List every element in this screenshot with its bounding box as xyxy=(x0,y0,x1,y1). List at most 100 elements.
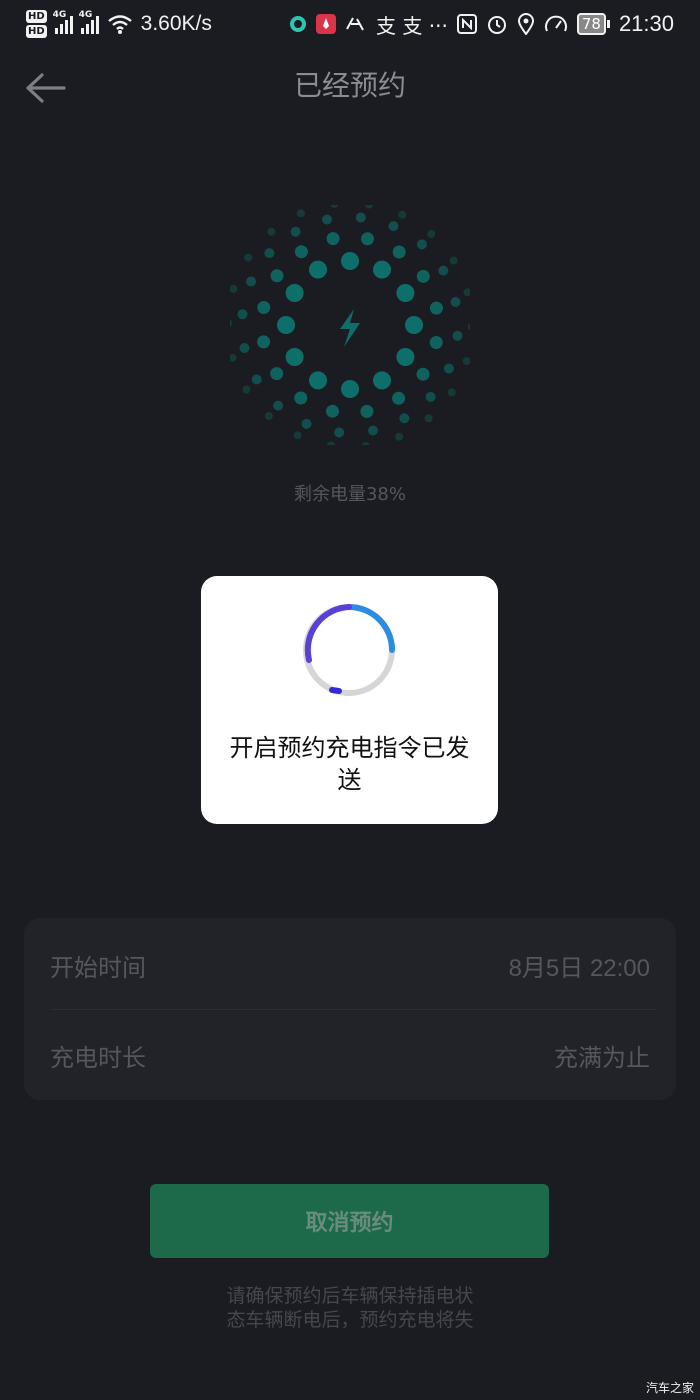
orb-dot xyxy=(429,336,443,349)
orb-dot xyxy=(416,269,430,283)
orb-dot xyxy=(277,316,295,334)
app-lotus-icon xyxy=(316,14,337,34)
alarm-icon xyxy=(487,16,506,34)
page-title: 已经预约 xyxy=(293,69,406,102)
wifi-icon xyxy=(107,15,132,34)
orb-dot xyxy=(373,371,391,390)
orb-dot xyxy=(237,309,248,320)
orb-dot xyxy=(416,239,427,250)
command-sent-toast: 开启预约充电指令已发送 xyxy=(201,576,498,824)
status-bar: HD HD 4G 4G 3.60K/s 支 支 ··· 78 21:30 xyxy=(0,0,700,48)
watermark: 汽车之家 xyxy=(645,1381,694,1395)
app-calligraphy-icon xyxy=(346,17,364,31)
app-screen: HD HD 4G 4G 3.60K/s 支 支 ··· 78 21:30 已经预… xyxy=(0,0,700,1400)
notice-line-2: 态车辆断电后，预约充电将失 xyxy=(226,1309,474,1331)
orb-dot xyxy=(257,335,271,349)
orb-dot xyxy=(301,418,312,429)
start-time-value: 8月5日 22:00 xyxy=(508,954,650,982)
orb-dot xyxy=(388,221,399,232)
nfc-icon xyxy=(456,14,477,34)
network-speed: 3.60K/s xyxy=(140,12,212,35)
orb-dot xyxy=(244,253,253,262)
orb-dot xyxy=(294,245,308,259)
orb-dot xyxy=(365,205,374,209)
orb-dot xyxy=(462,357,470,366)
orb-dot xyxy=(326,232,340,246)
orb-dot xyxy=(361,442,370,445)
orb-dot xyxy=(463,288,470,297)
orb-dot xyxy=(257,301,271,314)
remaining-battery-label: 剩余电量38% xyxy=(293,484,406,505)
orb-dot xyxy=(326,441,335,445)
orb-dot xyxy=(290,226,301,237)
status-left: HD HD 4G 4G 3.60K/s xyxy=(26,6,212,42)
orb-dot xyxy=(285,284,304,302)
orb-dot xyxy=(330,205,339,208)
more-notifications: 支 支 ··· xyxy=(376,13,448,38)
orb-dot xyxy=(341,380,359,398)
orb-dot xyxy=(264,412,273,420)
orb-dot xyxy=(285,348,304,366)
orb-dot xyxy=(395,432,404,441)
schedule-card: 开始时间 8月5日 22:00 充电时长 充满为止 xyxy=(24,918,676,1100)
orb-dot xyxy=(449,256,458,265)
orb-dot xyxy=(373,260,391,279)
orb-dot xyxy=(242,385,251,394)
orb-dot xyxy=(270,367,284,381)
orb-dot xyxy=(230,319,232,327)
orb-dot xyxy=(341,252,359,270)
hd-badge-2: HD xyxy=(26,25,47,38)
orb-dot xyxy=(293,431,302,440)
orb-dot xyxy=(392,245,406,259)
orb-dot xyxy=(368,425,378,436)
orb-dot xyxy=(396,348,415,366)
orb-dot xyxy=(405,316,423,334)
orb-dot xyxy=(399,413,410,424)
orb-dot xyxy=(251,374,262,385)
orb-dot xyxy=(230,353,237,362)
orb-dot xyxy=(396,284,415,302)
orb-dot xyxy=(425,391,436,402)
orb-dot xyxy=(355,212,366,223)
charging-orb xyxy=(230,205,470,445)
cancel-reservation-button[interactable]: 取消预约 xyxy=(150,1184,549,1258)
network-type-1: 4G xyxy=(52,10,67,20)
orb-dot xyxy=(334,427,345,438)
status-right: 支 支 ··· 78 21:30 xyxy=(289,6,674,42)
loading-spinner-icon xyxy=(303,604,395,696)
orb-dot xyxy=(447,388,456,397)
orb-dot xyxy=(296,209,305,218)
location-icon xyxy=(517,13,534,35)
orb-dot xyxy=(267,227,276,236)
orb-dot xyxy=(424,414,433,423)
orb-dot xyxy=(230,284,238,293)
orb-dot xyxy=(322,214,332,225)
orb-dot xyxy=(246,276,257,287)
orb-dot xyxy=(361,232,374,246)
hd-badge-1: HD xyxy=(26,10,47,23)
start-time-label: 开始时间 xyxy=(50,953,146,982)
duration-value: 充满为止 xyxy=(554,1044,650,1072)
orb-dot xyxy=(326,404,339,418)
orb-dot xyxy=(294,391,308,405)
toast-message: 开启预约充电指令已发送 xyxy=(229,734,470,794)
charging-notice: 请确保预约后车辆保持插电状 态车辆断电后，预约充电将失 xyxy=(0,1284,700,1332)
orb-dot xyxy=(438,265,449,276)
network-type-2: 4G xyxy=(78,10,93,20)
orb-dot xyxy=(264,248,275,259)
notice-line-1: 请确保预约后车辆保持插电状 xyxy=(226,1285,474,1307)
orb-dot xyxy=(416,367,430,381)
duration-row[interactable]: 充电时长 充满为止 xyxy=(50,1010,650,1100)
start-time-row[interactable]: 开始时间 8月5日 22:00 xyxy=(50,920,650,1010)
hd-indicators: HD HD xyxy=(26,10,47,38)
lightning-bolt-icon xyxy=(340,309,360,347)
duration-label: 充电时长 xyxy=(50,1043,146,1072)
orb-dot xyxy=(309,371,327,390)
orb-dot xyxy=(443,363,454,374)
battery-level: 78 xyxy=(576,13,606,35)
orb-dot xyxy=(360,404,374,418)
orb-dot xyxy=(398,210,407,219)
orb-dot xyxy=(429,301,443,315)
app-notification-icon xyxy=(290,16,307,32)
orb-dot xyxy=(468,323,470,331)
